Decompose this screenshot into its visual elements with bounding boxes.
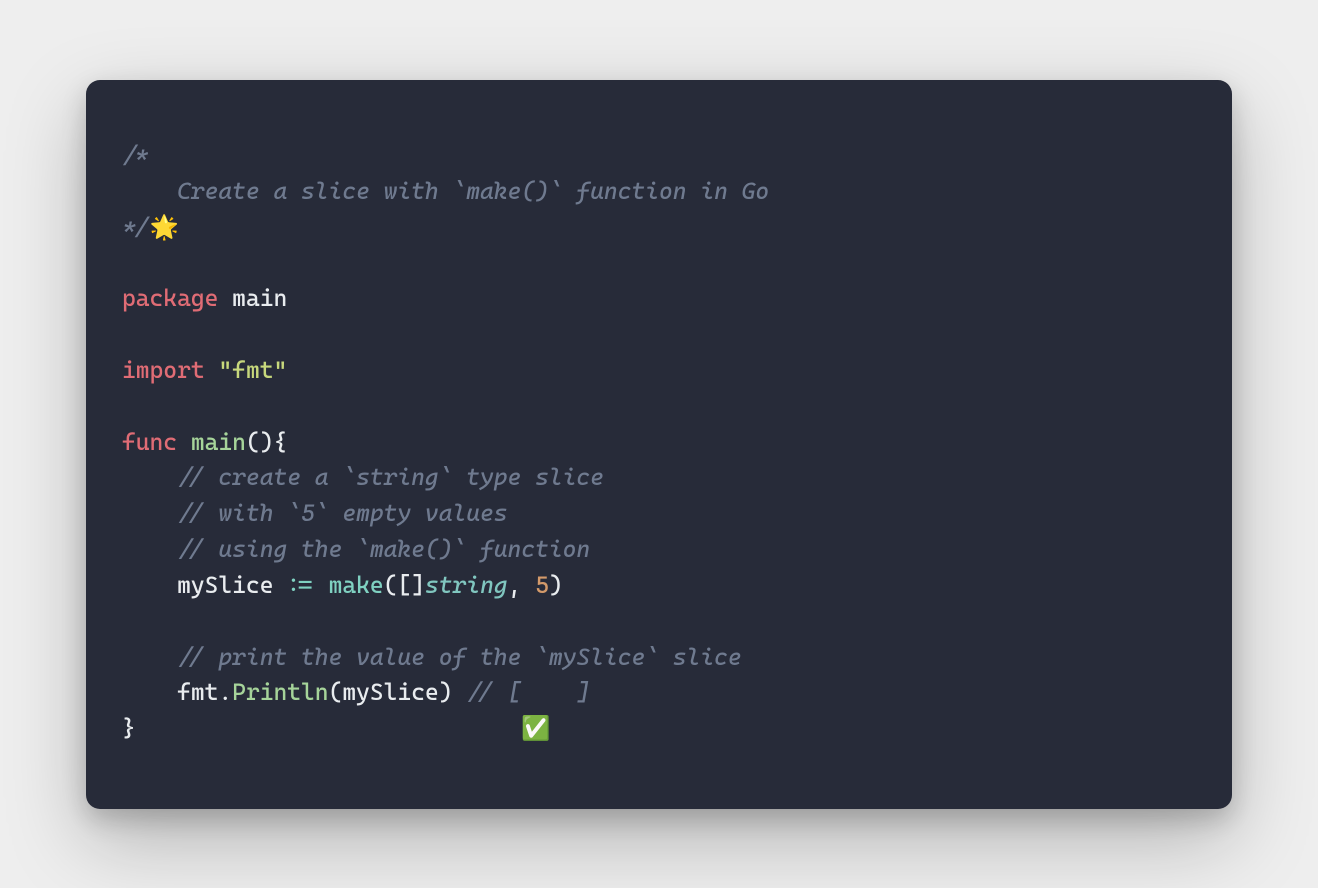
comment-line-1: // create a `string` type slice <box>177 463 604 491</box>
check-pad <box>136 714 522 742</box>
comment-line-2: // with `5` empty values <box>177 499 507 527</box>
bracket-open: [ <box>397 571 411 599</box>
block-comment-close: */ <box>122 213 150 241</box>
keyword-import: import <box>122 356 205 384</box>
var-myslice: mySlice <box>177 571 273 599</box>
builtin-make: make <box>329 571 384 599</box>
pkg-fmt: fmt <box>177 678 218 706</box>
paren-close-1: ) <box>549 571 563 599</box>
brace-close: } <box>122 714 136 742</box>
func-name-main: main <box>191 428 246 456</box>
func-println: Println <box>232 678 328 706</box>
comma-1: , <box>508 571 522 599</box>
op-short-assign: := <box>287 571 315 599</box>
arg-myslice: mySlice <box>342 678 438 706</box>
paren-open-1: ( <box>384 571 398 599</box>
number-5: 5 <box>535 571 549 599</box>
dot-1: . <box>218 678 232 706</box>
sparkle-icon: 🌟 <box>150 213 179 241</box>
comment-print: // print the value of the `mySlice` slic… <box>177 643 742 671</box>
keyword-func: func <box>122 428 177 456</box>
package-name: main <box>232 284 287 312</box>
check-icon: ✅ <box>521 714 550 742</box>
keyword-package: package <box>122 284 218 312</box>
code-card: /* Create a slice with `make()` function… <box>86 80 1232 809</box>
func-params: () <box>246 428 274 456</box>
brace-open: { <box>273 428 287 456</box>
comment-line-3: // using the `make()` function <box>177 535 590 563</box>
paren-close-2: ) <box>439 678 453 706</box>
block-comment-body: Create a slice with `make()` function in… <box>122 177 769 205</box>
type-string: string <box>425 571 508 599</box>
block-comment-open: /* <box>122 141 150 169</box>
code-block: /* Create a slice with `make()` function… <box>122 138 1196 747</box>
import-path: "fmt" <box>218 356 287 384</box>
inline-comment-output: // [ ] <box>466 678 590 706</box>
paren-open-2: ( <box>329 678 343 706</box>
page-background: /* Create a slice with `make()` function… <box>0 0 1318 888</box>
bracket-close: ] <box>411 571 425 599</box>
